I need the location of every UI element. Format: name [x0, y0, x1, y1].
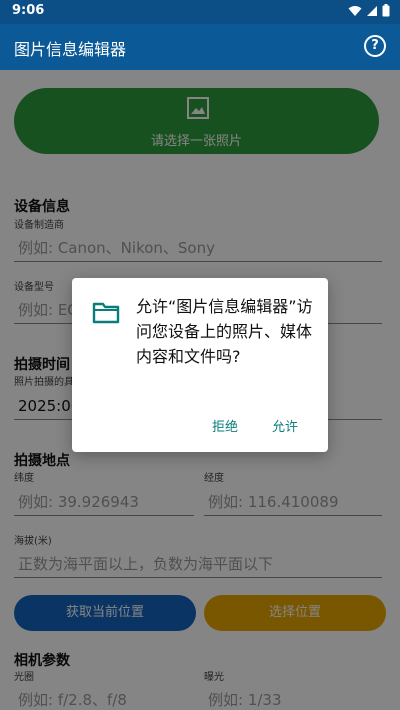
battery-icon [382, 4, 390, 17]
status-icons [348, 4, 390, 17]
appbar-scrim [0, 24, 400, 70]
deny-button[interactable]: 拒绝 [212, 416, 238, 435]
status-bar: 9:06 [0, 0, 400, 24]
permission-message: 允许“图片信息编辑器”访问您设备上的照片、媒体内容和文件吗? [136, 297, 313, 366]
status-time: 9:06 [12, 3, 45, 18]
folder-icon [92, 302, 120, 324]
allow-button[interactable]: 允许 [272, 416, 298, 435]
permission-dialog: 允许“图片信息编辑器”访问您设备上的照片、媒体内容和文件吗? 拒绝 允许 [72, 278, 328, 452]
wifi-icon [348, 5, 362, 16]
signal-icon [367, 5, 377, 16]
